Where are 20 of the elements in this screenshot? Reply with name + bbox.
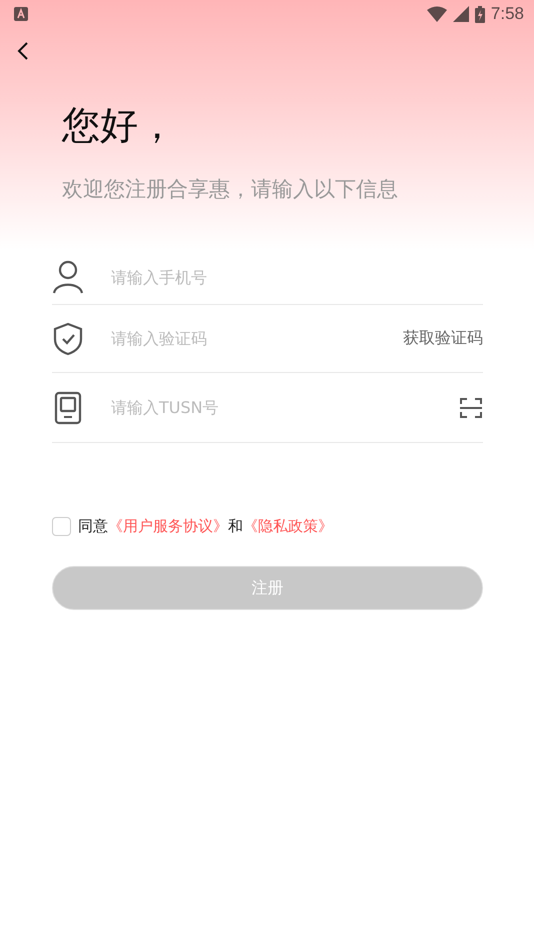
scan-icon[interactable] <box>459 396 483 420</box>
shield-check-icon <box>52 322 84 356</box>
clock-time: 7:58 <box>490 4 524 24</box>
service-agreement-link[interactable]: 《用户服务协议》 <box>108 517 228 535</box>
greeting-title: 您好， <box>62 102 177 149</box>
input-field[interactable]: 请输入TUSN号 <box>109 397 459 418</box>
back-icon[interactable] <box>16 40 30 62</box>
greeting-subtitle: 欢迎您注册合享惠，请输入以下信息 <box>62 176 399 203</box>
privacy-policy-link[interactable]: 《隐私政策》 <box>243 517 333 535</box>
signal-icon <box>452 6 469 22</box>
terminal-icon <box>52 390 84 424</box>
person-icon <box>52 260 84 294</box>
get-code-button[interactable]: 获取验证码 <box>403 328 483 349</box>
input-field[interactable]: 请输入手机号 <box>109 266 483 288</box>
notification-icon <box>14 7 28 21</box>
wifi-icon <box>426 6 447 22</box>
agreement-text: 同意《用户服务协议》和《隐私政策》 <box>78 517 333 536</box>
battery-icon <box>474 6 485 22</box>
input-field[interactable]: 请输入验证码 <box>109 328 403 349</box>
agreement-checkbox[interactable] <box>52 517 71 536</box>
